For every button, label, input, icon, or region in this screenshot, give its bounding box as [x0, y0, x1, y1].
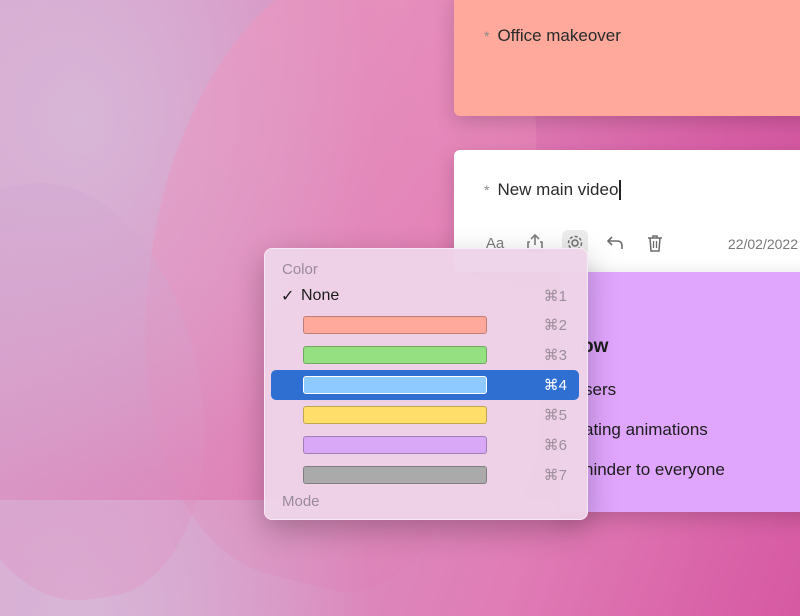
shortcut-label: ⌘2 [543, 317, 567, 334]
undo-button[interactable] [602, 230, 628, 256]
menu-item-color-blue[interactable]: ⌘4 [271, 370, 579, 400]
note-text[interactable]: New main video [497, 180, 618, 200]
menu-item-color-green[interactable]: ⌘3 [271, 340, 579, 370]
note-purple[interactable]: ow sers ating animations ninder to every… [560, 272, 800, 512]
menu-item-label: None [301, 287, 340, 304]
color-swatch [303, 376, 487, 394]
note-line[interactable]: sers [584, 380, 616, 400]
shortcut-label: ⌘7 [543, 467, 567, 484]
trash-icon [648, 235, 662, 252]
color-swatch [303, 346, 487, 364]
note-line[interactable]: * New main video [484, 180, 622, 200]
note-date: 22/02/2022 [727, 236, 798, 252]
color-swatch [303, 316, 487, 334]
bullet-icon: * [484, 28, 490, 44]
shortcut-label: ⌘4 [543, 377, 567, 394]
note-office-makeover[interactable]: * Office makeover [454, 0, 800, 116]
menu-item-color-purple[interactable]: ⌘6 [271, 430, 579, 460]
menu-section-header: Mode [282, 493, 320, 510]
shortcut-label: ⌘1 [543, 288, 567, 305]
menu-item-color-gray[interactable]: ⌘7 [271, 460, 579, 490]
color-swatch [303, 466, 487, 484]
note-line[interactable]: * Office makeover [484, 26, 621, 46]
note-line[interactable]: ating animations [584, 420, 708, 440]
menu-item-color-red[interactable]: ⌘2 [271, 310, 579, 340]
bullet-icon: * [484, 182, 490, 198]
shortcut-label: ⌘6 [543, 437, 567, 454]
menu-item-color-yellow[interactable]: ⌘5 [271, 400, 579, 430]
color-swatch [303, 406, 487, 424]
shortcut-label: ⌘3 [543, 347, 567, 364]
delete-button[interactable] [642, 230, 668, 256]
shortcut-label: ⌘5 [543, 407, 567, 424]
note-text: Office makeover [497, 26, 621, 45]
checkmark-icon: ✓ [281, 288, 295, 305]
undo-icon [606, 236, 623, 249]
note-line[interactable]: ninder to everyone [584, 460, 725, 480]
color-menu: Color ✓ None ⌘1 ⌘2 ⌘3 ⌘4 ⌘5 ⌘6 ⌘7 Mode [264, 248, 588, 520]
menu-section-header: Color [282, 261, 318, 278]
menu-item-color-none[interactable]: ✓ None ⌘1 [271, 281, 579, 311]
text-cursor [619, 180, 622, 200]
color-swatch [303, 436, 487, 454]
